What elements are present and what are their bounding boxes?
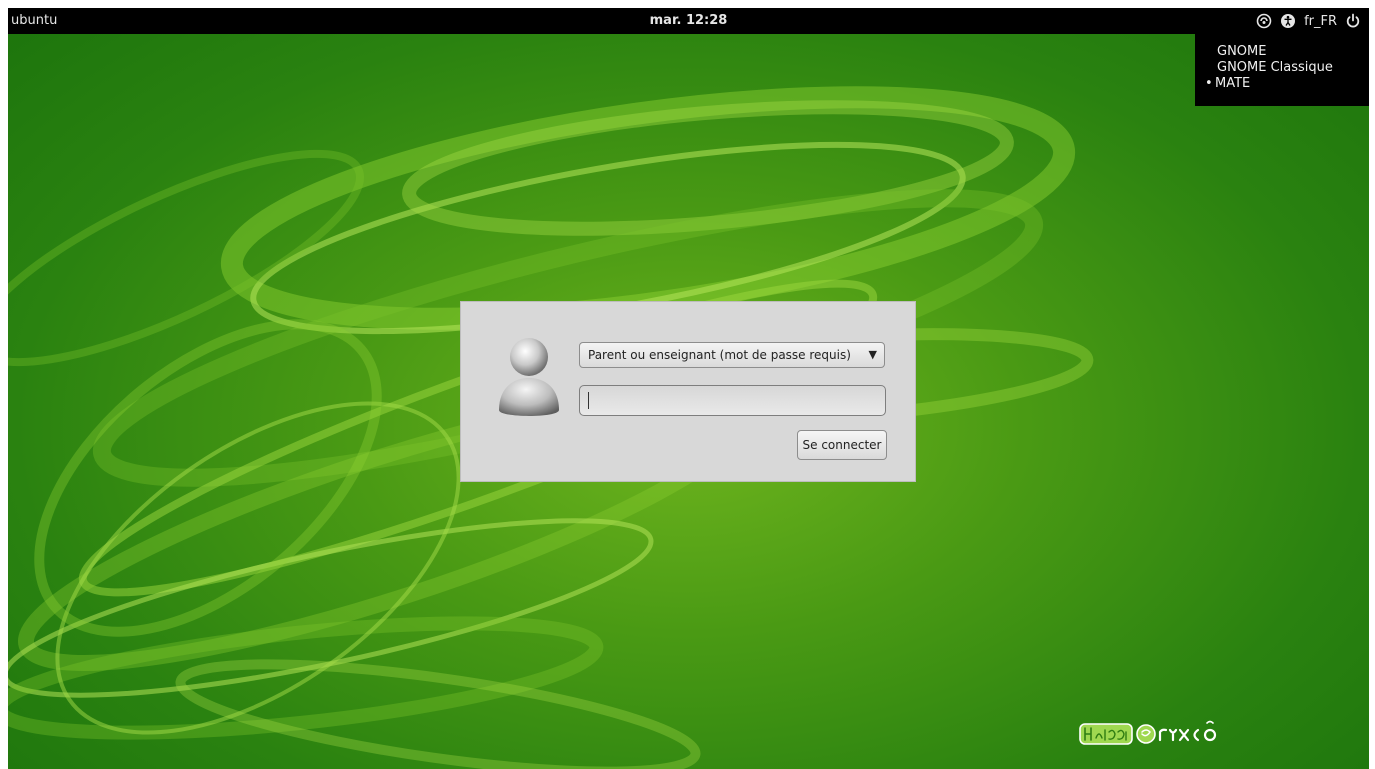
session-item-gnome[interactable]: GNOME [1217,44,1266,60]
session-item-gnome-classique[interactable]: GNOME Classique [1217,60,1333,76]
user-avatar-icon [499,338,559,416]
clock-indicator[interactable]: mar. 12:28 [8,13,1369,28]
session-item-label: GNOME [1217,44,1267,59]
user-select-dropdown[interactable]: Parent ou enseignant (mot de passe requi… [579,342,885,368]
login-screen: ubuntu mar. 12:28 fr_FR GNOME GNOME Clas… [8,8,1369,769]
language-indicator[interactable]: fr_FR [1304,14,1337,29]
power-icon[interactable] [1345,13,1361,29]
selected-bullet-icon: • [1205,76,1213,91]
session-menu: GNOME GNOME Classique • MATE [1195,34,1369,106]
accessibility-icon[interactable] [1280,13,1296,29]
user-select-value: Parent ou enseignant (mot de passe requi… [588,348,851,362]
network-icon[interactable] [1256,13,1272,29]
indicator-area: fr_FR [1248,11,1361,31]
session-item-label: MATE [1215,76,1251,91]
brand-logo [1079,720,1217,745]
session-item-label: GNOME Classique [1217,60,1333,75]
login-dialog: Parent ou enseignant (mot de passe requi… [460,301,916,482]
top-panel: ubuntu mar. 12:28 fr_FR [8,8,1369,34]
connect-button[interactable]: Se connecter [797,430,887,460]
password-field[interactable] [579,385,886,416]
text-cursor [588,392,589,409]
session-item-mate[interactable]: • MATE [1205,76,1251,92]
dropdown-arrow-icon: ▼ [868,348,877,361]
